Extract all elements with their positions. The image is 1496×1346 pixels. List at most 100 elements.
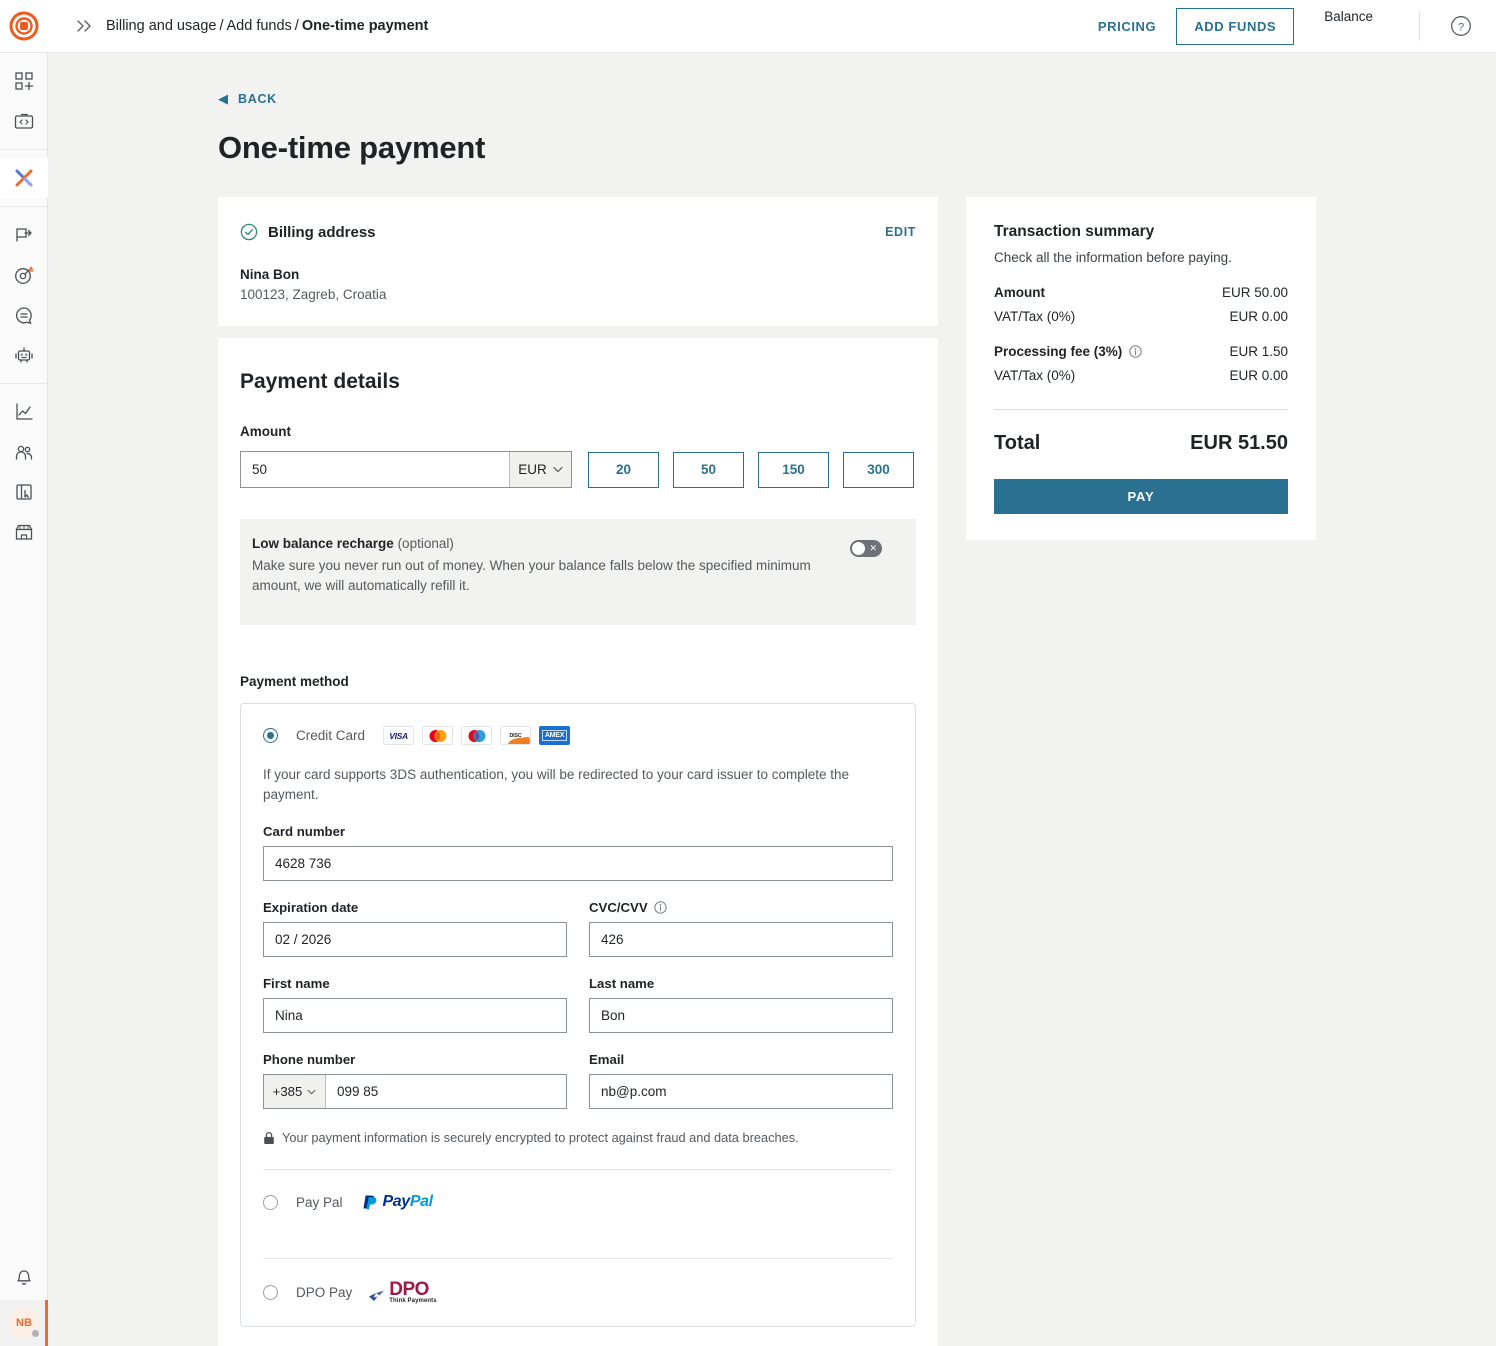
- summary-title: Transaction summary: [994, 223, 1155, 240]
- amount-input[interactable]: [241, 452, 509, 487]
- summary-value-vat-2: EUR 0.00: [1229, 368, 1288, 383]
- info-circle-icon: [653, 901, 667, 914]
- security-note-row: Your payment information is securely enc…: [263, 1130, 893, 1145]
- export-flag-icon: [16, 228, 32, 242]
- breadcrumb-separator-2: /: [294, 18, 299, 34]
- sidebar-item-crossover[interactable]: [0, 158, 48, 198]
- radio-paypal[interactable]: [263, 1194, 278, 1210]
- toggle-off-x-icon: ✕: [869, 543, 877, 553]
- target-logo-icon: [9, 11, 39, 41]
- pay-button[interactable]: PAY: [994, 479, 1288, 514]
- phone-number-label: Phone number: [263, 1052, 356, 1068]
- expiration-date-input[interactable]: [263, 922, 567, 958]
- pricing-link[interactable]: PRICING: [1084, 19, 1170, 34]
- quick-amount-20[interactable]: 20: [588, 451, 659, 488]
- low-balance-description: Make sure you never run out of money. Wh…: [252, 558, 811, 593]
- top-bar: Billing and usage / Add funds / One-time pay…: [0, 0, 1496, 53]
- sidebar-bottom: NB: [0, 1256, 48, 1346]
- radio-dpo-pay[interactable]: [263, 1285, 278, 1301]
- app-logo[interactable]: [0, 11, 48, 41]
- sidebar-item-apps[interactable]: [0, 61, 48, 101]
- sidebar-item-automation[interactable]: [0, 335, 48, 375]
- amex-icon: AMEX: [539, 726, 571, 746]
- low-balance-title-strong: Low balance recharge: [252, 536, 394, 551]
- summary-label-vat-1: VAT/Tax (0%): [994, 309, 1076, 324]
- summary-row-processing-fee: Processing fee (3%) EUR 1.50: [994, 344, 1288, 359]
- quick-amount-150[interactable]: 150: [758, 451, 829, 488]
- currency-select[interactable]: EUR: [509, 452, 571, 487]
- sidebar-item-export[interactable]: [0, 215, 48, 255]
- summary-label-processing-fee: Processing fee (3%): [994, 344, 1142, 359]
- first-name-input[interactable]: [263, 998, 567, 1034]
- notifications-button[interactable]: [0, 1256, 48, 1300]
- low-balance-recharge-panel: Low balance recharge (optional) Make sur…: [240, 519, 916, 626]
- card-number-input[interactable]: [263, 846, 893, 882]
- sidebar-item-audience[interactable]: [0, 432, 48, 472]
- page-title: One-time payment: [218, 130, 486, 165]
- payment-method-label: Payment method: [240, 674, 349, 690]
- last-name-input[interactable]: [589, 998, 893, 1034]
- method-label-paypal: Pay Pal: [296, 1194, 343, 1210]
- payment-method-dpo-pay[interactable]: DPO Pay DPO Think Payments: [263, 1259, 893, 1326]
- cvc-info-button[interactable]: [653, 901, 667, 914]
- back-label: BACK: [238, 92, 277, 106]
- side-column: Transaction summary Check all the inform…: [966, 197, 1316, 1346]
- last-name-group: Last name: [589, 957, 893, 1034]
- balance-indicator[interactable]: Balance: [1324, 9, 1373, 43]
- first-name-label: First name: [263, 976, 330, 992]
- summary-total-label: Total: [994, 432, 1041, 454]
- back-arrow-icon: ◀: [218, 91, 228, 106]
- billing-address-title: Billing address: [268, 223, 376, 241]
- breadcrumb-item-billing[interactable]: Billing and usage: [106, 18, 216, 34]
- phone-number-input[interactable]: [326, 1075, 566, 1109]
- sidebar-item-marketplace[interactable]: [0, 512, 48, 552]
- quick-amount-buttons: 20 50 150 300: [588, 451, 914, 488]
- low-balance-toggle[interactable]: ✕: [850, 540, 882, 557]
- chat-bubble-icon: [16, 307, 32, 325]
- help-circle-icon: ?: [1451, 16, 1471, 36]
- cvc-input[interactable]: [589, 922, 893, 958]
- store-icon: [15, 524, 33, 540]
- payment-method-credit-card[interactable]: Credit Card VISA DISC AMEX: [263, 704, 893, 746]
- svg-text:?: ?: [1458, 21, 1464, 33]
- payment-method-paypal[interactable]: Pay Pal PayPal: [263, 1170, 893, 1234]
- three-ds-note: If your card supports 3DS authentication…: [263, 767, 850, 803]
- edit-billing-address-button[interactable]: EDIT: [885, 225, 916, 239]
- method-label-credit-card: Credit Card: [296, 728, 366, 744]
- check-circle-icon: [240, 223, 258, 241]
- add-funds-button[interactable]: ADD FUNDS: [1176, 7, 1295, 45]
- sidebar-item-developer-tools[interactable]: [0, 101, 48, 141]
- summary-label-vat-2: VAT/Tax (0%): [994, 368, 1076, 383]
- sidebar-item-messages[interactable]: [0, 295, 48, 335]
- summary-row-amount: Amount EUR 50.00: [994, 285, 1288, 300]
- expiration-group: Expiration date: [263, 881, 567, 958]
- quick-amount-300[interactable]: 300: [843, 451, 914, 488]
- avatar[interactable]: NB: [0, 1300, 48, 1346]
- sidebar-item-analytics[interactable]: [0, 392, 48, 432]
- email-input[interactable]: [589, 1074, 893, 1110]
- crossover-x-icon: [15, 169, 33, 187]
- phone-country-code: +385: [272, 1084, 303, 1100]
- radio-credit-card[interactable]: [263, 728, 278, 744]
- help-button[interactable]: ?: [1450, 15, 1472, 37]
- phone-country-select[interactable]: +385: [264, 1075, 326, 1109]
- sidebar-item-reports[interactable]: [0, 472, 48, 512]
- amount-field: EUR: [240, 451, 572, 488]
- sidebar-group-1: [0, 53, 47, 150]
- summary-value-amount: EUR 50.00: [1221, 285, 1288, 300]
- top-bar-actions: PRICING ADD FUNDS Balance ?: [1084, 0, 1496, 53]
- security-note: Your payment information is securely enc…: [282, 1130, 799, 1146]
- amount-label: Amount: [240, 424, 291, 439]
- processing-fee-info-button[interactable]: [1129, 345, 1142, 358]
- billing-address-header: Billing address EDIT: [240, 223, 916, 241]
- dpo-bird-icon: [369, 1290, 385, 1302]
- breadcrumb-item-add-funds[interactable]: Add funds: [226, 18, 291, 34]
- low-balance-text: Low balance recharge (optional) Make sur…: [252, 536, 850, 595]
- sidebar-item-targeting[interactable]: [0, 255, 48, 295]
- quick-amount-50[interactable]: 50: [673, 451, 744, 488]
- expand-sidebar-button[interactable]: [68, 18, 102, 34]
- billing-address-card: Billing address EDIT Nina Bon 100123, Za…: [218, 197, 938, 326]
- page-content: ◀ BACK One-time payment Billing address …: [48, 53, 1496, 1346]
- line-chart-icon: [16, 403, 33, 420]
- back-button[interactable]: ◀ BACK: [218, 91, 1496, 107]
